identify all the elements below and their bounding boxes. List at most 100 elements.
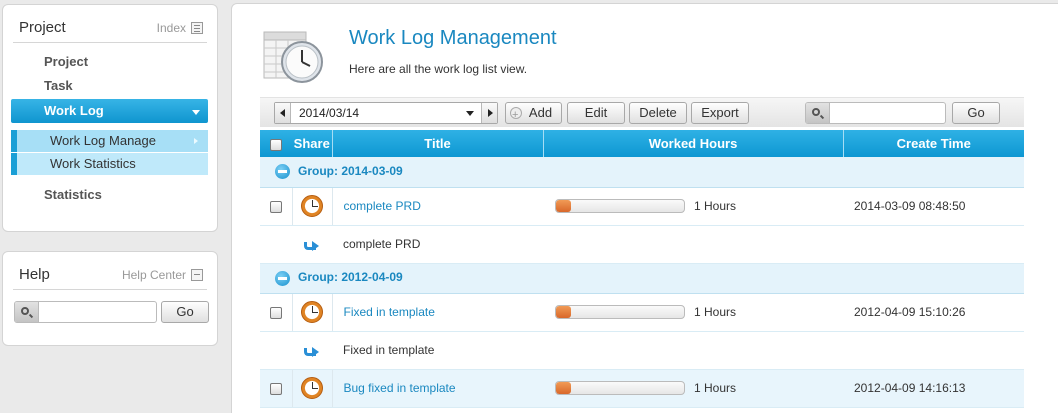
create-time-header[interactable]: Create Time (843, 130, 1024, 157)
row-share-cell (292, 369, 333, 408)
group-row[interactable]: Group: 2014-03-09 (260, 157, 1024, 188)
table-row[interactable]: complete PRD 1 Hours 2014-03-09 08:48:50 (260, 187, 1024, 226)
select-all-header (260, 130, 292, 157)
group-row[interactable]: Group: 2012-04-09 (260, 263, 1024, 294)
group-label[interactable]: Group: 2012-04-09 (298, 270, 403, 284)
add-button[interactable]: Add (505, 102, 562, 125)
group-header-cell[interactable]: Group: 2012-04-09 (260, 263, 1024, 294)
table-row[interactable]: Bug fixed in template 1 Hours 2012-04-09… (260, 369, 1024, 408)
reply-arrow-icon (303, 345, 321, 357)
detail-cell: complete PRD (332, 225, 1024, 264)
sidebar-item-work-log-label[interactable]: Work Log (44, 103, 104, 118)
index-link-label[interactable]: Index (157, 21, 186, 35)
sidebar-item-work-log[interactable]: Work Log (11, 99, 208, 123)
arrow-left-icon (280, 109, 285, 117)
list-icon[interactable] (191, 22, 203, 34)
row-title-cell: complete PRD (332, 187, 543, 226)
group-header-cell[interactable]: Group: 2014-03-09 (260, 157, 1024, 188)
calendar-clock-icon (263, 31, 323, 83)
collapse-minus-icon[interactable] (275, 164, 290, 180)
delete-button[interactable]: Delete (629, 102, 687, 124)
help-search-input[interactable] (41, 303, 154, 321)
sidebar-subitem-label[interactable]: Work Log Manage (50, 133, 156, 148)
hours-progress-fill (556, 306, 572, 319)
page-subtitle: Here are all the work log list view. (349, 62, 528, 76)
help-center-label[interactable]: Help Center (122, 268, 186, 282)
project-panel: Project Index Project Task Work Log Work… (2, 4, 218, 232)
sidebar-item-task[interactable]: Task (11, 74, 208, 98)
project-panel-title: Project (19, 19, 66, 36)
row-hours-cell: 1 Hours (543, 293, 843, 332)
toolbar-go-button[interactable]: Go (952, 102, 1000, 124)
table-header-row: Share Title Worked Hours Create Time (260, 130, 1024, 157)
toolbar: 2014/03/14 Add Edit Delete Export Go (260, 97, 1024, 127)
sidebar-subitem-work-log-manage[interactable]: Work Log Manage (11, 130, 208, 152)
work-log-table: Share Title Worked Hours Create Time Gro… (260, 130, 1024, 408)
help-search (14, 301, 157, 323)
help-go-button[interactable]: Go (161, 301, 209, 323)
date-value[interactable]: 2014/03/14 (299, 106, 359, 120)
row-title-link[interactable]: Fixed in template (333, 305, 435, 319)
row-title-cell: Bug fixed in template (332, 369, 543, 408)
edit-button[interactable]: Edit (567, 102, 625, 124)
help-panel: Help Help Center Go (2, 251, 218, 346)
toolbar-search (805, 102, 946, 124)
date-picker[interactable]: 2014/03/14 (274, 102, 498, 124)
sidebar-subitem-work-statistics[interactable]: Work Statistics (11, 153, 208, 175)
help-search-icon-area (15, 302, 39, 322)
detail-spacer (260, 225, 292, 264)
row-checkbox[interactable] (269, 306, 282, 319)
hours-progress-fill (556, 200, 572, 213)
detail-row: complete PRD (260, 225, 1024, 264)
row-hours-cell: 1 Hours (543, 187, 843, 226)
row-create-time: 2012-04-09 14:16:13 (843, 369, 1024, 408)
toolbar-search-input[interactable] (832, 104, 943, 122)
add-button-label[interactable]: Add (529, 105, 552, 120)
row-checkbox[interactable] (269, 382, 282, 395)
toolbar-search-icon-area (806, 103, 830, 123)
clock-icon (301, 195, 323, 217)
help-panel-header: Help Help Center (13, 252, 207, 290)
table-row[interactable]: Fixed in template 1 Hours 2012-04-09 15:… (260, 293, 1024, 332)
row-select-cell (260, 293, 293, 332)
hours-progress-bar (555, 381, 685, 396)
title-header[interactable]: Title (332, 130, 544, 157)
hours-progress-bar (555, 199, 685, 214)
chevron-down-icon (192, 110, 200, 115)
hours-text: 1 Hours (694, 199, 737, 214)
reply-arrow-icon (303, 239, 321, 251)
row-title-link[interactable]: Bug fixed in template (333, 381, 456, 395)
arrow-right-icon (488, 109, 493, 117)
share-header[interactable]: Share (292, 130, 333, 157)
hours-progress-fill (556, 382, 572, 395)
search-icon (812, 108, 820, 116)
hours-text: 1 Hours (694, 381, 737, 396)
prev-date-button[interactable] (275, 103, 291, 123)
collapse-icon[interactable] (191, 269, 203, 281)
select-all-checkbox[interactable] (270, 138, 282, 151)
sidebar-item-statistics[interactable]: Statistics (11, 183, 208, 207)
detail-spacer (260, 331, 292, 370)
help-center-link[interactable]: Help Center (122, 268, 203, 282)
row-select-cell (260, 369, 293, 408)
plus-icon (510, 105, 522, 125)
index-link[interactable]: Index (157, 21, 203, 35)
row-title-cell: Fixed in template (332, 293, 543, 332)
worked-hours-header[interactable]: Worked Hours (543, 130, 844, 157)
detail-text: Fixed in template (343, 343, 435, 357)
collapse-minus-icon[interactable] (275, 270, 290, 286)
detail-icon-cell (292, 331, 332, 370)
group-label[interactable]: Group: 2014-03-09 (298, 164, 403, 178)
row-checkbox[interactable] (269, 200, 282, 213)
clock-icon (301, 377, 323, 399)
export-button[interactable]: Export (691, 102, 749, 124)
row-hours-cell: 1 Hours (543, 369, 843, 408)
row-select-cell (260, 187, 293, 226)
row-share-cell (292, 187, 333, 226)
row-create-time: 2012-04-09 15:10:26 (843, 293, 1024, 332)
main-panel: Work Log Management Here are all the wor… (231, 3, 1058, 413)
dropdown-arrow-icon[interactable] (466, 111, 474, 116)
next-date-button[interactable] (481, 103, 497, 123)
sidebar-item-project[interactable]: Project (11, 50, 208, 74)
row-title-link[interactable]: complete PRD (333, 199, 421, 213)
